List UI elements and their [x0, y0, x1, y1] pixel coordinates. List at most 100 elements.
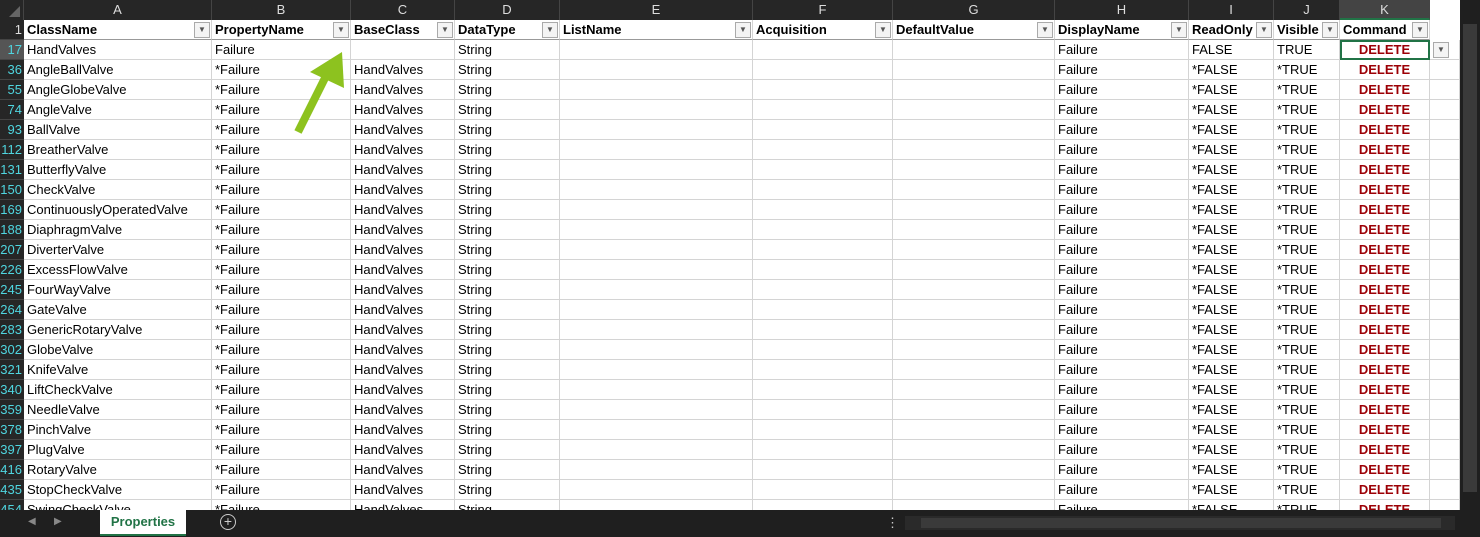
- cell-H[interactable]: Failure: [1055, 360, 1189, 380]
- cell-A[interactable]: DiaphragmValve: [24, 220, 212, 240]
- cell-K[interactable]: DELETE: [1340, 500, 1430, 510]
- cell-E[interactable]: [560, 320, 753, 340]
- cell-F[interactable]: [753, 480, 893, 500]
- cell-J[interactable]: *TRUE: [1274, 460, 1340, 480]
- cell-E[interactable]: [560, 220, 753, 240]
- cell-G[interactable]: [893, 440, 1055, 460]
- cell-A[interactable]: SwingCheckValve: [24, 500, 212, 510]
- cell-D[interactable]: String: [455, 180, 560, 200]
- cell-L[interactable]: [1430, 100, 1460, 120]
- cell-L[interactable]: [1430, 500, 1460, 510]
- cell-I[interactable]: *FALSE: [1189, 300, 1274, 320]
- cell-A[interactable]: GlobeValve: [24, 340, 212, 360]
- cell-C[interactable]: HandValves: [351, 60, 455, 80]
- cell-C[interactable]: HandValves: [351, 80, 455, 100]
- cell-A[interactable]: LiftCheckValve: [24, 380, 212, 400]
- cell-L[interactable]: [1430, 180, 1460, 200]
- row-number[interactable]: 74: [0, 100, 24, 120]
- cell-F[interactable]: [753, 440, 893, 460]
- cell-H[interactable]: Failure: [1055, 60, 1189, 80]
- column-header-G[interactable]: G: [893, 0, 1055, 20]
- cell-C[interactable]: HandValves: [351, 280, 455, 300]
- row-number[interactable]: 283: [0, 320, 24, 340]
- cell-A[interactable]: HandValves: [24, 40, 212, 60]
- cell-K[interactable]: DELETE: [1340, 440, 1430, 460]
- cell-I[interactable]: *FALSE: [1189, 180, 1274, 200]
- cell-J[interactable]: *TRUE: [1274, 380, 1340, 400]
- cell-I[interactable]: *FALSE: [1189, 240, 1274, 260]
- add-sheet-icon[interactable]: +: [220, 514, 236, 530]
- cell-C[interactable]: HandValves: [351, 260, 455, 280]
- cell-G[interactable]: [893, 220, 1055, 240]
- cell-D[interactable]: String: [455, 300, 560, 320]
- cell-C[interactable]: HandValves: [351, 400, 455, 420]
- cell-H[interactable]: Failure: [1055, 80, 1189, 100]
- filter-dropdown-icon[interactable]: ▼: [1322, 22, 1338, 38]
- cell-D[interactable]: String: [455, 220, 560, 240]
- cell-B[interactable]: *Failure: [212, 340, 351, 360]
- cell-C[interactable]: HandValves: [351, 480, 455, 500]
- cell-J[interactable]: *TRUE: [1274, 480, 1340, 500]
- cell-G[interactable]: [893, 500, 1055, 510]
- cell-G[interactable]: [893, 320, 1055, 340]
- cell-H[interactable]: Failure: [1055, 120, 1189, 140]
- cell-I[interactable]: *FALSE: [1189, 160, 1274, 180]
- cell-G[interactable]: [893, 40, 1055, 60]
- cell-L[interactable]: [1430, 300, 1460, 320]
- column-header-B[interactable]: B: [212, 0, 351, 20]
- scroll-tabs-right-icon[interactable]: ▶: [54, 516, 62, 527]
- column-header-J[interactable]: J: [1274, 0, 1340, 20]
- cell-E[interactable]: [560, 400, 753, 420]
- row-number[interactable]: 454: [0, 500, 24, 510]
- row-number[interactable]: 188: [0, 220, 24, 240]
- row-number[interactable]: 1: [0, 20, 24, 40]
- cell-H[interactable]: Failure: [1055, 440, 1189, 460]
- cell-K[interactable]: DELETE: [1340, 140, 1430, 160]
- cell-H[interactable]: Failure: [1055, 460, 1189, 480]
- cell-I[interactable]: *FALSE: [1189, 60, 1274, 80]
- cell-A[interactable]: PinchValve: [24, 420, 212, 440]
- cell-A[interactable]: ContinuouslyOperatedValve: [24, 200, 212, 220]
- filter-dropdown-icon[interactable]: ▼: [194, 22, 210, 38]
- row-number[interactable]: 226: [0, 260, 24, 280]
- cell-H[interactable]: Failure: [1055, 280, 1189, 300]
- cell-B[interactable]: *Failure: [212, 200, 351, 220]
- cell-J[interactable]: *TRUE: [1274, 360, 1340, 380]
- cell-H[interactable]: Failure: [1055, 400, 1189, 420]
- cell-B[interactable]: *Failure: [212, 460, 351, 480]
- cell-C[interactable]: HandValves: [351, 440, 455, 460]
- cell-F[interactable]: [753, 60, 893, 80]
- cell-B[interactable]: *Failure: [212, 420, 351, 440]
- row-number[interactable]: 435: [0, 480, 24, 500]
- cell-F[interactable]: [753, 320, 893, 340]
- row-number[interactable]: 397: [0, 440, 24, 460]
- cell-L[interactable]: [1430, 160, 1460, 180]
- cell-A[interactable]: PlugValve: [24, 440, 212, 460]
- cell-D[interactable]: String: [455, 360, 560, 380]
- cell-C[interactable]: HandValves: [351, 180, 455, 200]
- cell-K[interactable]: DELETE: [1340, 380, 1430, 400]
- cell-D[interactable]: String: [455, 120, 560, 140]
- cell-J[interactable]: *TRUE: [1274, 420, 1340, 440]
- vertical-scrollbar[interactable]: [1460, 0, 1480, 510]
- row-number[interactable]: 245: [0, 280, 24, 300]
- cell-A[interactable]: KnifeValve: [24, 360, 212, 380]
- cell-G[interactable]: [893, 200, 1055, 220]
- cell-E[interactable]: [560, 40, 753, 60]
- cell-J[interactable]: *TRUE: [1274, 140, 1340, 160]
- cell-L[interactable]: [1430, 440, 1460, 460]
- cell-D[interactable]: String: [455, 460, 560, 480]
- cell-G[interactable]: [893, 100, 1055, 120]
- cell-K[interactable]: DELETE: [1340, 340, 1430, 360]
- cell-L[interactable]: [1430, 80, 1460, 100]
- cell-H[interactable]: Failure: [1055, 340, 1189, 360]
- row-number[interactable]: 169: [0, 200, 24, 220]
- cell-K[interactable]: DELETE: [1340, 300, 1430, 320]
- cell-J[interactable]: *TRUE: [1274, 300, 1340, 320]
- cell-J[interactable]: *TRUE: [1274, 340, 1340, 360]
- cell-L[interactable]: [1430, 200, 1460, 220]
- cell-J[interactable]: *TRUE: [1274, 200, 1340, 220]
- cell-F[interactable]: [753, 460, 893, 480]
- cell-J[interactable]: *TRUE: [1274, 220, 1340, 240]
- cell-K[interactable]: DELETE: [1340, 320, 1430, 340]
